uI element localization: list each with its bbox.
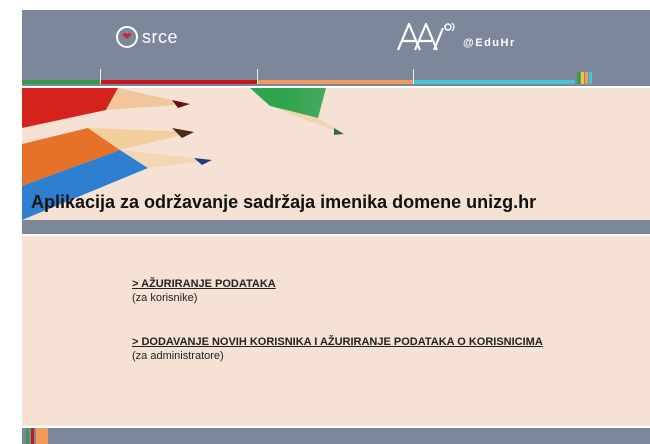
- srce-logo-text: srce: [142, 26, 179, 47]
- stripe-divider: [413, 69, 414, 84]
- stripe-red: [100, 80, 257, 84]
- main-content: > AŽURIRANJE PODATAKA (za korisnike) > D…: [22, 236, 650, 426]
- add-users-subtitle: (za administratore): [132, 350, 224, 362]
- stripe-cyan: [413, 80, 575, 84]
- update-data-link[interactable]: > AŽURIRANJE PODATAKA: [132, 278, 276, 290]
- srce-heart-icon: ❤: [116, 26, 138, 48]
- stripe-orange: [257, 80, 413, 84]
- stripe-green: [22, 80, 100, 84]
- header-color-bars: [577, 72, 592, 84]
- update-data-subtitle: (za korisnike): [132, 292, 198, 304]
- stripe-divider: [100, 69, 101, 84]
- footer-bar: [22, 428, 650, 444]
- srce-logo[interactable]: ❤ srce: [116, 24, 178, 50]
- banner: Aplikacija za održavanje sadržaja imenik…: [22, 88, 650, 220]
- footer-color-bars: [26, 428, 48, 444]
- aai-logo-text: @EduHr: [463, 37, 516, 49]
- aai-eduhr-logo[interactable]: @EduHr: [396, 19, 516, 53]
- stripe-divider: [257, 69, 258, 84]
- page-title: Aplikacija za održavanje sadržaja imenik…: [31, 192, 537, 212]
- aai-logo-icon: [396, 22, 455, 51]
- separator-bar: [22, 220, 650, 234]
- add-users-link[interactable]: > DODAVANJE NOVIH KORISNIKA I AŽURIRANJE…: [132, 336, 543, 348]
